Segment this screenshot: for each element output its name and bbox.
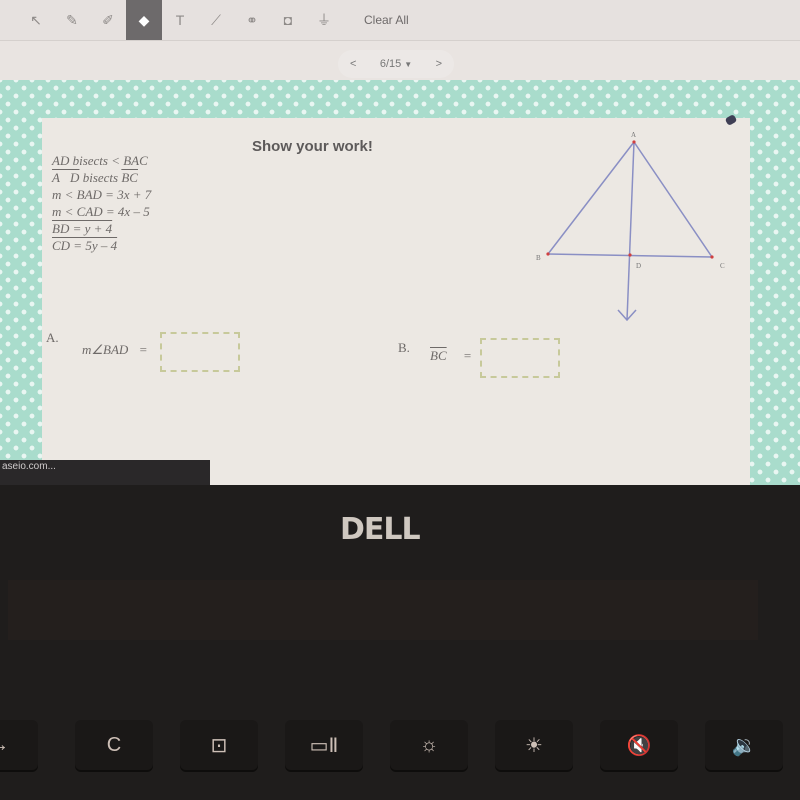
- overview-icon: ▭Ⅱ: [309, 734, 339, 757]
- eraser-icon: ◆: [138, 11, 150, 28]
- segment-ab: [547, 141, 635, 255]
- part-a-answer-input[interactable]: [160, 332, 240, 372]
- refresh-icon: C: [106, 733, 122, 756]
- given-item: m < BAD = 3x + 7: [52, 187, 152, 202]
- part-b-equals: =: [463, 348, 472, 363]
- refresh-key[interactable]: C: [75, 720, 153, 770]
- label-d: D: [636, 262, 641, 270]
- forward-key[interactable]: →: [0, 720, 38, 770]
- function-key-row: → C ⊡ ▭Ⅱ ☼ ☀ 🔇 🔉: [0, 720, 800, 800]
- line-tool-button[interactable]: ⟋: [198, 0, 234, 40]
- highlighter-icon: ✐: [102, 11, 114, 28]
- text-tool-button[interactable]: T: [162, 0, 198, 40]
- part-a-label: A.: [46, 330, 59, 345]
- pen-icon: ✎: [66, 11, 78, 28]
- annotation-toolbar: ↖ ✎ ✐ ◆ T ⟋ ⚭ ◘ ⏚ Clear All: [0, 0, 800, 41]
- brightness-up-icon: ☀: [525, 734, 543, 757]
- brightness-down-key[interactable]: ☼: [390, 720, 468, 770]
- part-a-expr: m∠BAD: [82, 342, 129, 357]
- part-b-answer-input[interactable]: [480, 338, 560, 378]
- brightness-down-icon: ☼: [419, 733, 439, 756]
- show-work-heading: Show your work!: [252, 138, 373, 155]
- select-tool-button[interactable]: ↖: [18, 0, 54, 40]
- volume-down-icon: 🔉: [731, 734, 757, 757]
- laptop-hinge: [8, 580, 758, 640]
- label-c: C: [720, 262, 725, 270]
- fullscreen-key[interactable]: ⊡: [180, 720, 258, 770]
- given-item: AD bisects < BAC: [52, 153, 148, 168]
- point-a: [632, 140, 636, 144]
- given-item: CD = 5y – 4: [52, 238, 118, 253]
- brightness-up-key[interactable]: ☀: [495, 720, 573, 770]
- triangle-diagram: A B C D: [536, 131, 725, 322]
- microphone-tool-button[interactable]: ⏚: [306, 0, 342, 40]
- camera-tool-button[interactable]: ◘: [270, 0, 306, 40]
- mute-icon: 🔇: [626, 734, 652, 757]
- cursor-arrow-icon: ↖: [30, 11, 42, 28]
- link-tool-button[interactable]: ⚭: [234, 0, 270, 40]
- volume-down-key[interactable]: 🔉: [705, 720, 783, 770]
- screen: ↖ ✎ ✐ ◆ T ⟋ ⚭ ◘ ⏚ Clear All < 6/15 ▼ > AD…: [0, 0, 800, 485]
- camera-icon: ◘: [283, 12, 293, 28]
- next-page-button[interactable]: >: [436, 58, 442, 70]
- caret-down-icon: ▼: [404, 60, 413, 69]
- point-b: [546, 252, 550, 256]
- status-bar-url: aseio.com...: [0, 460, 210, 485]
- given-item: A⃗D bisects BC: [52, 170, 138, 185]
- part-b-label: B.: [398, 340, 410, 355]
- clear-all-button[interactable]: Clear All: [364, 13, 409, 27]
- page-navigator: < 6/15 ▼ >: [338, 50, 454, 78]
- givens-list: AD bisects < BAC A⃗D bisects BC m < BAD …: [52, 152, 151, 254]
- fullscreen-icon: ⊡: [210, 734, 228, 757]
- overview-key[interactable]: ▭Ⅱ: [285, 720, 363, 770]
- highlighter-tool-button[interactable]: ✐: [90, 0, 126, 40]
- point-c: [710, 255, 714, 259]
- mute-key[interactable]: 🔇: [600, 720, 678, 770]
- pen-tool-button[interactable]: ✎: [54, 0, 90, 40]
- part-b-expression: BC =: [430, 348, 471, 364]
- label-a: A: [631, 131, 636, 139]
- label-b: B: [536, 254, 541, 262]
- page-indicator: 6/15: [379, 58, 402, 70]
- part-a-expression: m∠BAD =: [82, 342, 147, 358]
- part-a-equals: =: [139, 342, 147, 357]
- page-select[interactable]: 6/15 ▼: [380, 58, 412, 70]
- given-item: m < CAD = 4x – 5: [52, 204, 150, 219]
- ray-ad: [626, 141, 635, 321]
- forward-arrow-icon: →: [0, 734, 9, 757]
- part-b-expr: BC: [430, 348, 447, 363]
- line-icon: ⟋: [211, 11, 221, 28]
- link-icon: ⚭: [246, 11, 258, 28]
- segment-ac: [633, 141, 713, 258]
- text-icon: T: [175, 12, 185, 28]
- dell-logo: DELL: [340, 512, 421, 547]
- given-item: BD = y + 4: [52, 221, 113, 236]
- question-card: AD bisects < BAC A⃗D bisects BC m < BAD …: [42, 118, 750, 485]
- prev-page-button[interactable]: <: [350, 58, 356, 70]
- eraser-tool-button[interactable]: ◆: [126, 0, 162, 40]
- point-d: [628, 253, 632, 257]
- microphone-icon: ⏚: [317, 12, 331, 28]
